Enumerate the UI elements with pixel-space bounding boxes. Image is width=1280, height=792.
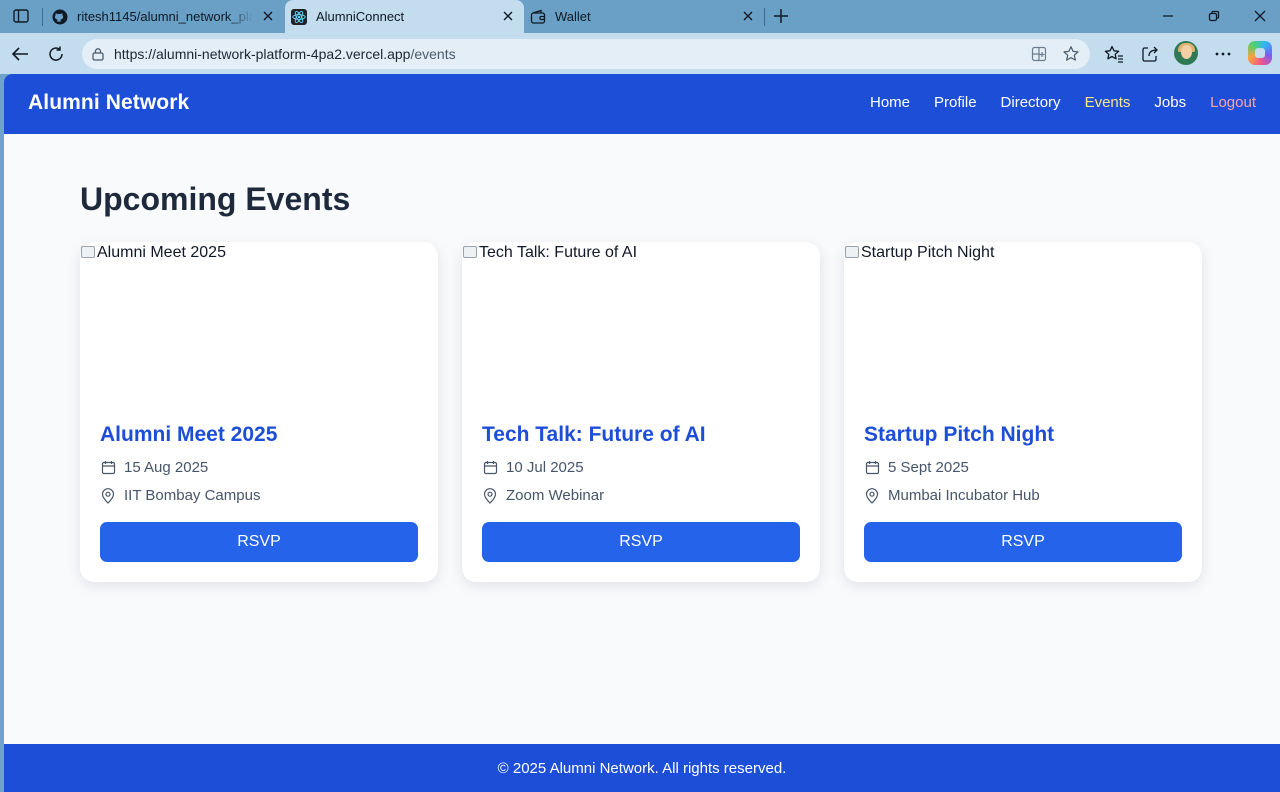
image-alt-text: Startup Pitch Night [844,244,994,262]
map-pin-icon [482,487,498,504]
event-date: 15 Aug 2025 [100,459,208,476]
event-date: 5 Sept 2025 [864,459,969,476]
minimize-button[interactable] [1155,4,1181,28]
nav-jobs[interactable]: Jobs [1154,94,1186,111]
event-image: Alumni Meet 2025 [80,242,438,402]
event-image: Tech Talk: Future of AI [462,242,820,402]
favorite-star-icon[interactable] [1061,44,1081,64]
tab-actions-icon[interactable] [10,6,32,26]
browser-toolbar: https://alumni-network-platform-4pa2.ver… [0,33,1280,74]
rsvp-button[interactable]: RSVP [482,522,800,562]
copilot-icon[interactable] [1248,41,1272,65]
event-card: Tech Talk: Future of AI Tech Talk: Futur… [462,242,820,582]
more-options-icon[interactable] [1210,41,1236,67]
event-date-text: 5 Sept 2025 [888,459,969,476]
address-bar[interactable]: https://alumni-network-platform-4pa2.ver… [82,39,1090,69]
event-date-text: 10 Jul 2025 [506,459,584,476]
nav-logout[interactable]: Logout [1210,94,1256,111]
react-icon [291,8,307,25]
alt-label: Alumni Meet 2025 [97,244,226,261]
rsvp-button[interactable]: RSVP [100,522,418,562]
footer-text: © 2025 Alumni Network. All rights reserv… [497,759,787,777]
event-title: Tech Talk: Future of AI [482,423,706,446]
rsvp-button[interactable]: RSVP [864,522,1182,562]
event-title: Alumni Meet 2025 [100,423,278,446]
page-title: Upcoming Events [80,181,351,217]
tab-title: AlumniConnect [316,9,405,24]
nav-events[interactable]: Events [1085,94,1131,111]
event-location: Mumbai Incubator Hub [864,487,1040,504]
broken-image-icon [844,245,860,261]
restore-button[interactable] [1201,4,1227,28]
alt-label: Tech Talk: Future of AI [479,244,638,261]
site-brand[interactable]: Alumni Network [28,91,189,115]
event-title: Startup Pitch Night [864,423,1055,446]
image-alt-text: Alumni Meet 2025 [80,244,226,262]
site-header: Alumni Network Home Profile Directory Ev… [4,74,1280,134]
alt-label: Startup Pitch Night [861,244,995,261]
tab-title: ritesh1145/alumni_network_platform [77,9,253,24]
calendar-icon [864,460,880,476]
site-footer: © 2025 Alumni Network. All rights reserv… [4,744,1280,792]
github-icon [52,9,68,25]
event-location: Zoom Webinar [482,487,604,504]
nav-directory[interactable]: Directory [1001,94,1061,111]
image-alt-text: Tech Talk: Future of AI [462,244,637,262]
site-info-icon[interactable] [90,46,106,62]
close-tab-icon[interactable] [740,8,756,24]
browser-tab-bar: ritesh1145/alumni_network_platform Alumn… [0,0,1280,33]
favorites-icon[interactable] [1101,41,1127,67]
profile-avatar[interactable] [1174,41,1198,65]
tab-separator [42,8,43,26]
map-pin-icon [864,487,880,504]
new-tab-button[interactable] [770,5,792,27]
nav-profile[interactable]: Profile [934,94,977,111]
refresh-button[interactable] [43,41,69,67]
event-location: IIT Bombay Campus [100,487,260,504]
wallet-icon [530,9,546,25]
tab-alumniconnect[interactable]: AlumniConnect [285,0,524,33]
broken-image-icon [462,245,478,261]
app-available-icon[interactable] [1029,44,1049,64]
event-location-text: Zoom Webinar [506,487,605,504]
event-card: Alumni Meet 2025 Alumni Meet 2025 15 Aug… [80,242,438,582]
map-pin-icon [100,487,116,504]
tab-title: Wallet [555,9,591,24]
tab-github[interactable]: ritesh1145/alumni_network_platform [44,0,284,33]
share-icon[interactable] [1137,41,1163,67]
url-text: https://alumni-network-platform-4pa2.ver… [114,46,456,62]
url-path: /events [410,46,456,62]
event-date-text: 15 Aug 2025 [124,459,209,476]
tab-wallet[interactable]: Wallet [524,0,764,33]
calendar-icon [100,460,116,476]
event-image: Startup Pitch Night [844,242,1202,402]
close-tab-icon[interactable] [500,8,516,24]
nav-home[interactable]: Home [870,94,910,111]
page-viewport: Alumni Network Home Profile Directory Ev… [4,74,1280,792]
back-button[interactable] [7,41,33,67]
event-location-text: IIT Bombay Campus [124,487,261,504]
event-card: Startup Pitch Night Startup Pitch Night … [844,242,1202,582]
event-location-text: Mumbai Incubator Hub [888,487,1040,504]
close-window-button[interactable] [1247,4,1273,28]
tab-separator [764,8,765,26]
url-host: https://alumni-network-platform-4pa2.ver… [114,46,411,62]
main-nav: Home Profile Directory Events Jobs Logou… [870,94,1256,111]
calendar-icon [482,460,498,476]
event-date: 10 Jul 2025 [482,459,584,476]
broken-image-icon [80,245,96,261]
close-tab-icon[interactable] [260,8,276,24]
